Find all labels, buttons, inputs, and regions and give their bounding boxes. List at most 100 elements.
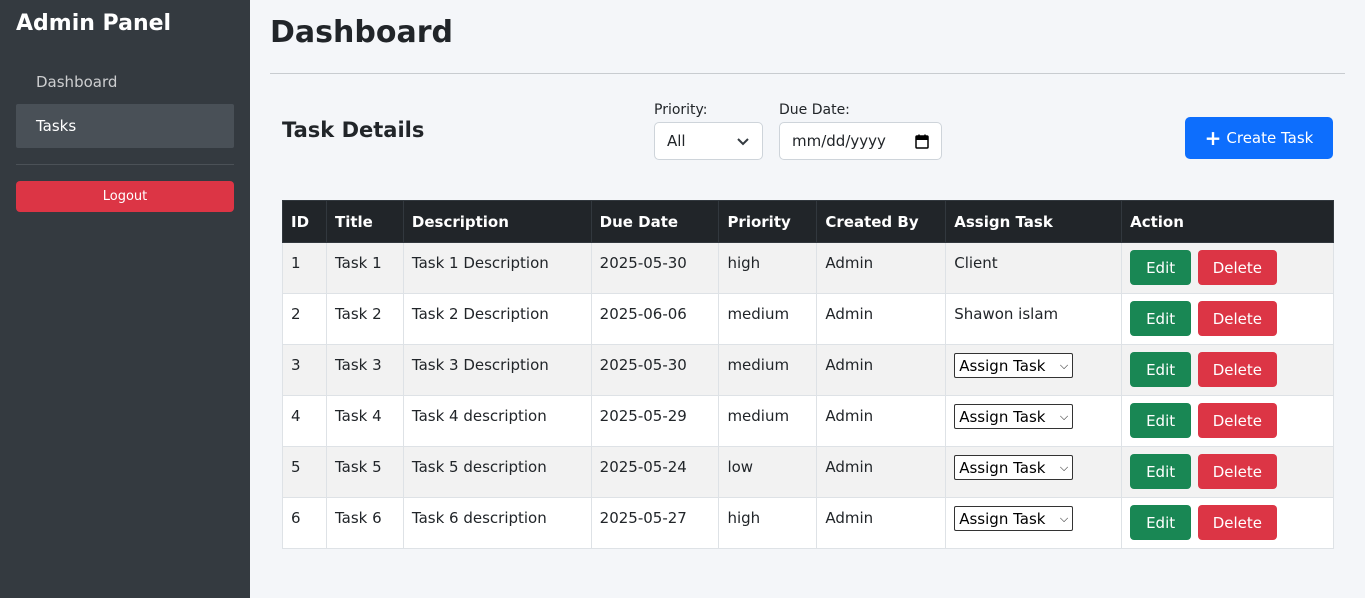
task-description-cell: Task 4 description xyxy=(402,395,592,447)
task-id-cell: 3 xyxy=(282,344,327,396)
action-cell: Edit Delete xyxy=(1121,242,1334,294)
edit-button[interactable]: Edit xyxy=(1130,301,1192,336)
assign-cell: Assign Task ⌵ xyxy=(945,446,1123,498)
task-description-cell: Task 2 Description xyxy=(402,293,592,345)
task-title-cell: Task 2 xyxy=(325,293,404,345)
edit-button[interactable]: Edit xyxy=(1130,250,1192,285)
task-title-cell: Task 4 xyxy=(325,395,404,447)
column-header: Description xyxy=(402,200,592,243)
table-body: 1 Task 1 Task 1 Description 2025-05-30 high A… xyxy=(282,242,1334,549)
assign-task-select[interactable]: Assign Task ⌵ xyxy=(954,455,1074,480)
task-priority-cell: high xyxy=(718,497,818,549)
assign-task-value: Assign Task xyxy=(959,407,1046,426)
edit-button[interactable]: Edit xyxy=(1130,505,1192,540)
task-created-by-cell: Admin xyxy=(816,497,947,549)
sidebar-item-dashboard[interactable]: Dashboard xyxy=(16,60,234,104)
edit-button[interactable]: Edit xyxy=(1130,352,1192,387)
task-created-by-cell: Admin xyxy=(816,293,947,345)
table-row: 4 Task 4 Task 4 description 2025-05-29 mediu… xyxy=(282,395,1334,447)
delete-button[interactable]: Delete xyxy=(1197,352,1277,387)
task-title-cell: Task 6 xyxy=(325,497,404,549)
task-created-by-cell: Admin xyxy=(816,395,947,447)
assigned-user-cell: Shawon islam xyxy=(945,293,1123,345)
task-created-by-cell: Admin xyxy=(816,242,947,294)
edit-button[interactable]: Edit xyxy=(1130,454,1192,489)
sidebar-divider xyxy=(16,164,234,165)
task-description-cell: Task 6 description xyxy=(402,497,592,549)
task-toolbar: Task Details Priority: All Due Date: mm/… xyxy=(270,74,1345,200)
chevron-down-icon xyxy=(737,138,749,146)
create-task-label: Create Task xyxy=(1226,129,1314,147)
create-task-button[interactable]: + Create Task xyxy=(1185,117,1333,159)
delete-button[interactable]: Delete xyxy=(1197,403,1277,438)
task-title-cell: Task 3 xyxy=(325,344,404,396)
action-cell: Edit Delete xyxy=(1121,293,1334,345)
assign-task-value: Assign Task xyxy=(959,356,1046,375)
task-created-by-cell: Admin xyxy=(816,446,947,498)
task-due-date-cell: 2025-05-30 xyxy=(590,344,720,396)
delete-button[interactable]: Delete xyxy=(1197,505,1277,540)
task-priority-cell: medium xyxy=(718,395,818,447)
action-cell: Edit Delete xyxy=(1121,446,1334,498)
column-header: Created By xyxy=(816,200,947,243)
priority-label: Priority: xyxy=(654,102,708,118)
calendar-icon[interactable] xyxy=(915,134,929,149)
task-id-cell: 5 xyxy=(282,446,327,498)
column-header: Title xyxy=(325,200,404,243)
table-row: 2 Task 2 Task 2 Description 2025-06-06 mediu… xyxy=(282,293,1334,345)
task-id-cell: 6 xyxy=(282,497,327,549)
delete-button[interactable]: Delete xyxy=(1197,250,1277,285)
task-due-date-cell: 2025-05-30 xyxy=(590,242,720,294)
action-cell: Edit Delete xyxy=(1121,395,1334,447)
column-header: ID xyxy=(282,200,327,243)
plus-icon: + xyxy=(1204,126,1222,150)
delete-button[interactable]: Delete xyxy=(1197,454,1277,489)
assigned-user-cell: Client xyxy=(945,242,1123,294)
assign-cell: Assign Task ⌵ xyxy=(945,344,1123,396)
chevron-down-icon: ⌵ xyxy=(1059,460,1069,474)
task-due-date-cell: 2025-05-24 xyxy=(590,446,720,498)
table-row: 6 Task 6 Task 6 description 2025-05-27 high A… xyxy=(282,497,1334,549)
assign-task-select[interactable]: Assign Task ⌵ xyxy=(954,353,1074,378)
chevron-down-icon: ⌵ xyxy=(1059,358,1069,372)
due-date-input[interactable]: mm/dd/yyyy xyxy=(779,122,942,160)
task-description-cell: Task 5 description xyxy=(402,446,592,498)
sidebar-item-tasks[interactable]: Tasks xyxy=(16,104,234,148)
assign-task-select[interactable]: Assign Task ⌵ xyxy=(954,506,1074,531)
assign-cell: Assign Task ⌵ xyxy=(945,395,1123,447)
task-created-by-cell: Admin xyxy=(816,344,947,396)
sidebar-title: Admin Panel xyxy=(16,11,172,36)
table-header: ID Title Description Due Date Priority C… xyxy=(282,200,1334,243)
task-priority-cell: medium xyxy=(718,344,818,396)
due-date-placeholder: mm/dd/yyyy xyxy=(792,132,886,150)
section-title: Task Details xyxy=(282,118,425,142)
assign-task-select[interactable]: Assign Task ⌵ xyxy=(954,404,1074,429)
task-priority-cell: high xyxy=(718,242,818,294)
assign-cell: Assign Task ⌵ xyxy=(945,497,1123,549)
task-priority-cell: low xyxy=(718,446,818,498)
table-row: 3 Task 3 Task 3 Description 2025-05-30 mediu… xyxy=(282,344,1334,396)
page-title: Dashboard xyxy=(270,0,1345,74)
column-header: Priority xyxy=(718,200,818,243)
task-table: ID Title Description Due Date Priority C… xyxy=(282,200,1334,549)
due-date-label: Due Date: xyxy=(779,102,850,118)
priority-filter: Priority: All xyxy=(654,102,763,160)
task-description-cell: Task 3 Description xyxy=(402,344,592,396)
priority-value: All xyxy=(667,132,686,150)
sidebar: Admin Panel Dashboard Tasks Logout xyxy=(0,0,250,598)
task-title-cell: Task 1 xyxy=(325,242,404,294)
task-id-cell: 1 xyxy=(282,242,327,294)
action-cell: Edit Delete xyxy=(1121,344,1334,396)
table-row: 1 Task 1 Task 1 Description 2025-05-30 high A… xyxy=(282,242,1334,294)
edit-button[interactable]: Edit xyxy=(1130,403,1192,438)
assign-task-value: Assign Task xyxy=(959,509,1046,528)
due-date-filter: Due Date: mm/dd/yyyy xyxy=(779,102,942,160)
task-id-cell: 2 xyxy=(282,293,327,345)
priority-select[interactable]: All xyxy=(654,122,763,160)
action-cell: Edit Delete xyxy=(1121,497,1334,549)
logout-button[interactable]: Logout xyxy=(16,181,234,212)
delete-button[interactable]: Delete xyxy=(1197,301,1277,336)
column-header: Due Date xyxy=(590,200,720,243)
task-due-date-cell: 2025-06-06 xyxy=(590,293,720,345)
assign-task-value: Assign Task xyxy=(959,458,1046,477)
